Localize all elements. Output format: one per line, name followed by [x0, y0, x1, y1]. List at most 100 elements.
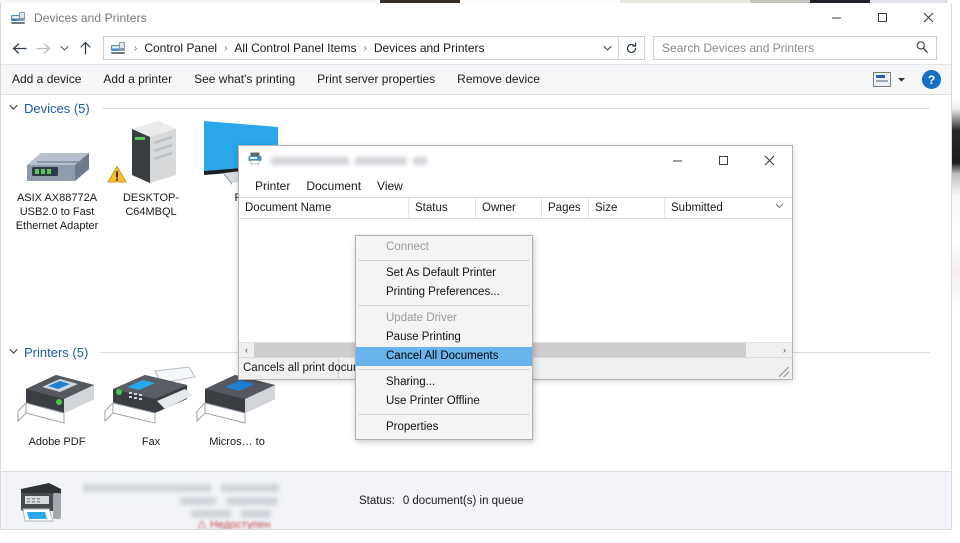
refresh-button[interactable] — [619, 36, 645, 60]
breadcrumb-separator-0: › — [134, 42, 138, 54]
context-menu-item-properties[interactable]: Properties — [356, 418, 532, 437]
add-a-printer-button[interactable]: Add a printer — [92, 65, 183, 94]
see-whats-printing-button[interactable]: See what's printing — [183, 65, 306, 94]
minimize-button[interactable] — [813, 3, 859, 32]
print-queue-menubar: Printer Document View — [239, 175, 792, 197]
search-input[interactable]: Search Devices and Printers — [653, 36, 937, 60]
printer-tile-adobe-pdf[interactable]: Adobe PDF — [7, 367, 107, 449]
chevron-down-icon[interactable] — [596, 37, 618, 59]
print-queue-close-button[interactable] — [746, 146, 792, 175]
details-label-redacted — [180, 496, 216, 505]
breadcrumb-devices-and-printers[interactable]: Devices and Printers — [370, 37, 489, 59]
context-menu-item-update-driver[interactable]: Update Driver — [356, 309, 532, 328]
details-row-status — [83, 494, 333, 507]
breadcrumb-separator-2: › — [363, 42, 367, 54]
chevron-down-icon[interactable] — [775, 198, 784, 214]
details-status: Status: 0 document(s) in queue — [359, 495, 524, 507]
context-menu-item-connect[interactable]: Connect — [356, 238, 532, 257]
details-value-redacted — [226, 496, 278, 505]
column-header-owner[interactable]: Owner — [476, 198, 542, 218]
print-server-properties-button[interactable]: Print server properties — [306, 65, 446, 94]
column-header-status[interactable]: Status — [409, 198, 476, 218]
network-adapter-icon — [7, 123, 107, 187]
context-menu-item-printing-preferences[interactable]: Printing Preferences... — [356, 283, 532, 302]
printer-label-microsoft-print-to-pdf: Micros… to — [209, 436, 265, 448]
details-value-redacted — [221, 483, 279, 492]
desktop-computer-icon — [101, 117, 201, 187]
print-queue-maximize-button[interactable] — [700, 146, 746, 175]
device-tile-asix-adapter[interactable]: ASIX AX88772A USB2.0 to Fast Ethernet Ad… — [7, 123, 107, 233]
command-bar-right: ? — [873, 65, 941, 94]
breadcrumb-control-panel[interactable]: Control Panel — [140, 37, 221, 59]
address-toolbar: › Control Panel › All Control Panel Item… — [1, 32, 951, 64]
print-queue-title — [271, 156, 427, 165]
printer-icon — [7, 367, 107, 431]
context-menu-separator — [358, 369, 530, 370]
recent-locations-button[interactable] — [55, 36, 73, 60]
close-button[interactable] — [905, 3, 951, 32]
search-icon[interactable] — [915, 40, 929, 59]
print-queue-column-headers: Document Name Status Owner Pages Size Su… — [239, 197, 792, 219]
change-view-icon[interactable] — [873, 72, 891, 87]
breadcrumb-all-control-panel-items[interactable]: All Control Panel Items — [230, 37, 360, 59]
context-menu-item-sharing[interactable]: Sharing... — [356, 373, 532, 392]
search-placeholder: Search Devices and Printers — [662, 41, 815, 55]
breadcrumb-separator-1: › — [224, 42, 228, 54]
context-menu-separator — [358, 414, 530, 415]
details-row-model — [83, 481, 333, 494]
print-queue-titlebar — [239, 146, 792, 175]
context-menu-item-use-printer-offline[interactable]: Use Printer Offline — [356, 392, 532, 411]
chevron-down-icon[interactable] — [9, 347, 18, 358]
remove-device-button[interactable]: Remove device — [446, 65, 551, 94]
menu-printer[interactable]: Printer — [247, 176, 298, 196]
scroll-right-icon[interactable]: › — [777, 343, 792, 358]
printer-context-menu: Connect Set As Default Printer Printing … — [355, 235, 533, 440]
help-icon[interactable]: ? — [922, 70, 941, 89]
address-bar[interactable]: › Control Panel › All Control Panel Item… — [103, 36, 619, 60]
maximize-button[interactable] — [859, 3, 905, 32]
chevron-down-icon[interactable] — [897, 75, 906, 85]
window-controls — [813, 3, 951, 32]
column-header-size[interactable]: Size — [589, 198, 665, 218]
column-header-document-name[interactable]: Document Name — [239, 198, 409, 218]
printer-tile-fax[interactable]: Fax — [101, 363, 201, 449]
add-a-device-button[interactable]: Add a device — [1, 65, 92, 94]
device-tile-desktop-computer[interactable]: DESKTOP-C64MBQL — [101, 117, 201, 219]
group-divider — [101, 108, 930, 109]
print-queue-window-controls — [654, 146, 792, 175]
window-titlebar: Devices and Printers — [1, 3, 951, 32]
chevron-down-icon[interactable] — [9, 103, 18, 114]
menu-view[interactable]: View — [369, 176, 411, 196]
printer-icon — [247, 150, 263, 171]
scroll-left-icon[interactable]: ‹ — [239, 343, 254, 358]
details-pane: Status: 0 document(s) in queue ⚠ Недосту… — [1, 471, 951, 529]
statusbar-hint-text: Cancels all print documer — [239, 357, 373, 380]
fax-icon — [101, 363, 201, 431]
details-value-redacted — [241, 509, 271, 518]
print-queue-minimize-button[interactable] — [654, 146, 700, 175]
details-value-redacted — [83, 483, 211, 492]
printer-label-adobe-pdf: Adobe PDF — [28, 436, 86, 448]
context-menu-item-cancel-all-documents[interactable]: Cancel All Documents — [356, 347, 532, 366]
column-header-pages[interactable]: Pages — [542, 198, 589, 218]
context-menu-item-pause-printing[interactable]: Pause Printing — [356, 328, 532, 347]
device-label-asix-adapter: ASIX AX88772A USB2.0 to Fast Ethernet Ad… — [15, 192, 99, 232]
warning-icon — [107, 165, 127, 189]
details-status-value: 0 document(s) in queue — [402, 494, 524, 507]
group-label-devices: Devices (5) — [24, 101, 90, 116]
forward-button[interactable] — [31, 36, 55, 60]
printer-label-fax: Fax — [141, 436, 161, 448]
context-menu-separator — [358, 305, 530, 306]
column-header-submitted[interactable]: Submitted — [665, 198, 785, 218]
menu-document[interactable]: Document — [298, 176, 369, 196]
details-status-label: Status: — [359, 494, 395, 507]
devices-printers-icon — [10, 10, 26, 26]
group-label-printers: Printers (5) — [24, 345, 89, 360]
context-menu-item-set-as-default-printer[interactable]: Set As Default Printer — [356, 264, 532, 283]
command-bar: Add a device Add a printer See what's pr… — [1, 64, 951, 95]
printer-large-icon — [15, 479, 67, 523]
back-button[interactable] — [7, 36, 31, 60]
resize-grip[interactable] — [779, 367, 789, 377]
up-button[interactable] — [73, 36, 97, 60]
details-warning-text: ⚠ Недоступен — [197, 519, 271, 529]
